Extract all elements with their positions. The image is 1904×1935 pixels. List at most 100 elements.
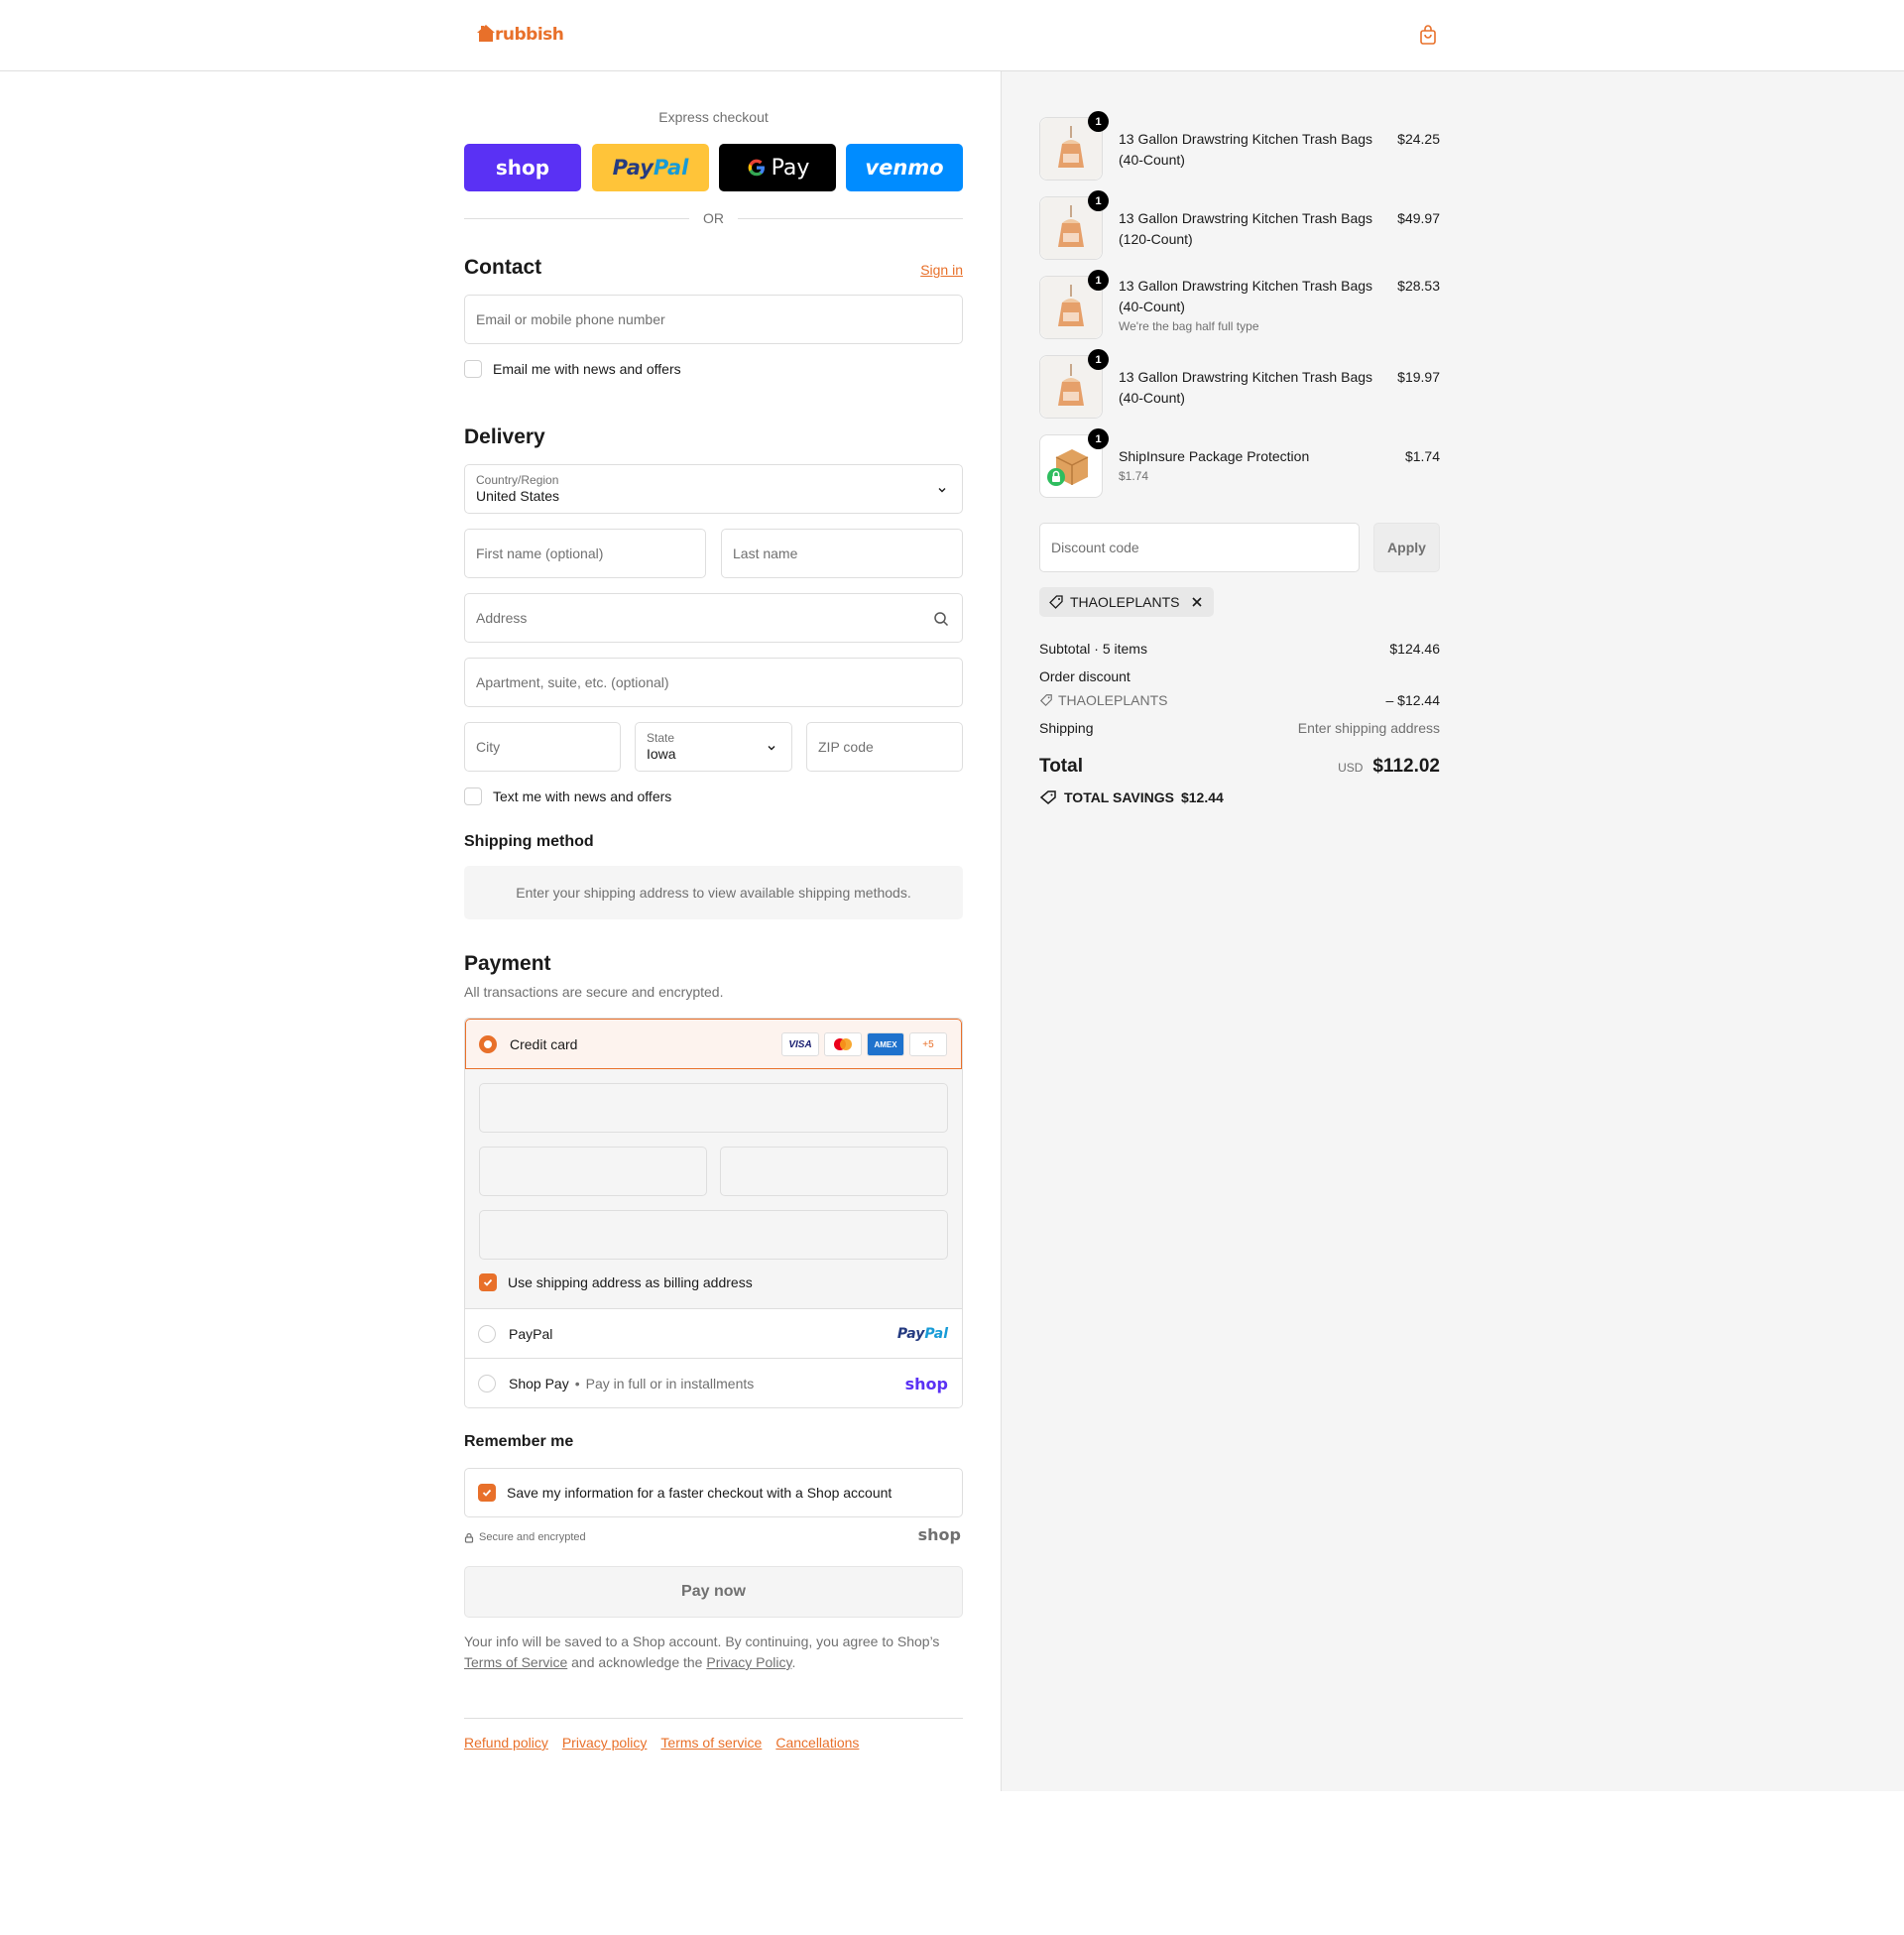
checkbox[interactable]: [464, 360, 482, 378]
paypal-button[interactable]: Pay Pal: [592, 144, 709, 191]
shopping-bag-icon[interactable]: [1417, 24, 1439, 46]
legal-end: .: [791, 1654, 796, 1670]
address-field[interactable]: Address: [464, 593, 963, 643]
close-icon[interactable]: [1190, 595, 1204, 609]
quantity-badge: 1: [1088, 428, 1109, 449]
item-title: 13 Gallon Drawstring Kitchen Trash Bags …: [1119, 278, 1373, 314]
item-name: ShipInsure Package Protection $1.74: [1119, 446, 1376, 484]
pay-now-button[interactable]: Pay now: [464, 1566, 963, 1618]
terms-of-service-link[interactable]: Terms of Service: [464, 1654, 567, 1670]
credit-card-label: Credit card: [510, 1035, 578, 1052]
paypal-logo-part: Pal: [924, 1325, 948, 1342]
shop-logo: shop: [917, 1525, 961, 1544]
shipping-method-text: Enter your shipping address to view avai…: [516, 885, 911, 901]
pay-now-label: Pay now: [681, 1583, 746, 1600]
cancellations-link[interactable]: Cancellations: [775, 1735, 859, 1751]
state-label: State: [647, 731, 675, 745]
order-discount-row: Order discount: [1039, 668, 1440, 684]
item-price: $19.97: [1397, 369, 1440, 385]
state-value: Iowa: [647, 746, 676, 762]
or-text: OR: [703, 210, 724, 226]
address-placeholder: Address: [476, 610, 528, 626]
billing-address-checkbox[interactable]: Use shipping address as billing address: [479, 1273, 753, 1291]
sign-in-link[interactable]: Sign in: [920, 262, 963, 278]
credit-card-form: Use shipping address as billing address: [465, 1069, 962, 1309]
email-field[interactable]: Email or mobile phone number: [464, 295, 963, 344]
discount-code-field[interactable]: Discount code: [1039, 523, 1360, 572]
remember-me-label: Save my information for a faster checkou…: [507, 1485, 892, 1501]
mastercard-icon: [824, 1032, 862, 1056]
google-pay-label: Pay: [771, 155, 810, 181]
country-select[interactable]: Country/Region United States: [464, 464, 963, 514]
shipping-label: Shipping: [1039, 720, 1094, 736]
order-discount-label: Order discount: [1039, 668, 1130, 684]
item-price: $24.25: [1397, 131, 1440, 147]
savings-value: $12.44: [1180, 789, 1224, 805]
contact-title: Contact: [464, 256, 542, 279]
first-name-field[interactable]: First name (optional): [464, 529, 706, 578]
or-divider: OR: [464, 210, 963, 226]
shop-logo: shop: [904, 1374, 948, 1393]
city-field[interactable]: City: [464, 722, 621, 772]
total-label: Total: [1039, 756, 1083, 777]
checkbox-checked[interactable]: [478, 1484, 496, 1502]
radio-selected[interactable]: [479, 1034, 497, 1053]
terms-of-service-footer-link[interactable]: Terms of service: [660, 1735, 762, 1751]
subtotal-value: $124.46: [1389, 641, 1440, 657]
tag-icon: [1049, 595, 1063, 609]
card-expiry-field[interactable]: [479, 1147, 707, 1196]
paypal-option[interactable]: PayPal PayPal: [465, 1309, 962, 1359]
refund-policy-link[interactable]: Refund policy: [464, 1735, 548, 1751]
brand-logo[interactable]: rubbish: [475, 22, 564, 44]
subtotal-label: Subtotal · 5 items: [1039, 641, 1147, 657]
discount-value: – $12.44: [1385, 692, 1441, 708]
product-thumbnail: 1: [1039, 111, 1109, 181]
more-cards-badge: +5: [909, 1032, 947, 1056]
total-value: $112.02: [1372, 756, 1440, 777]
item-price: $49.97: [1397, 210, 1440, 226]
item-price: $1.74: [1404, 448, 1440, 464]
delivery-title: Delivery: [464, 425, 545, 448]
card-cvv-field[interactable]: [720, 1147, 948, 1196]
check-icon: [482, 1489, 492, 1497]
radio[interactable]: [478, 1324, 496, 1343]
paypal-logo-part: Pal: [653, 156, 689, 180]
item-price: $28.53: [1397, 278, 1440, 294]
apply-discount-button[interactable]: Apply: [1373, 523, 1440, 572]
checkbox-checked[interactable]: [479, 1273, 497, 1291]
credit-card-option[interactable]: Credit card VISA AMEX +5: [465, 1019, 962, 1069]
apply-label: Apply: [1387, 540, 1426, 555]
text-news-checkbox[interactable]: Text me with news and offers: [464, 787, 671, 805]
shop-pay-option[interactable]: Shop Pay • Pay in full or in installment…: [465, 1359, 962, 1407]
state-select[interactable]: State Iowa: [635, 722, 792, 772]
chevron-down-icon: [938, 488, 946, 493]
subtotal-row: Subtotal · 5 items $124.46: [1039, 641, 1440, 657]
quantity-badge: 1: [1088, 349, 1109, 370]
card-number-field[interactable]: [479, 1083, 948, 1133]
item-unit-price: $1.74: [1119, 469, 1149, 483]
shipping-value: Enter shipping address: [1297, 720, 1440, 736]
shop-pay-button[interactable]: shop: [464, 144, 581, 191]
zip-field[interactable]: ZIP code: [806, 722, 963, 772]
last-name-field[interactable]: Last name: [721, 529, 963, 578]
check-icon: [483, 1278, 493, 1286]
checkbox[interactable]: [464, 787, 482, 805]
privacy-policy-link[interactable]: Privacy Policy: [706, 1654, 791, 1670]
email-news-checkbox[interactable]: Email me with news and offers: [464, 360, 681, 378]
footer-links: Refund policy Privacy policy Terms of se…: [464, 1735, 859, 1751]
venmo-button[interactable]: venmo: [846, 144, 963, 191]
google-pay-button[interactable]: Pay: [719, 144, 836, 191]
shipping-method-title: Shipping method: [464, 833, 594, 850]
savings-label: TOTAL SAVINGS: [1064, 789, 1174, 805]
legal-text: Your info will be saved to a Shop accoun…: [464, 1632, 963, 1673]
radio[interactable]: [478, 1375, 496, 1392]
chevron-down-icon: [768, 746, 775, 751]
footer-divider: [464, 1718, 963, 1719]
privacy-policy-footer-link[interactable]: Privacy policy: [562, 1735, 648, 1751]
express-checkout-title: Express checkout: [658, 109, 769, 125]
card-name-field[interactable]: [479, 1210, 948, 1260]
secure-note: Secure and encrypted: [464, 1531, 586, 1543]
apartment-field[interactable]: Apartment, suite, etc. (optional): [464, 658, 963, 707]
remember-me-option[interactable]: Save my information for a faster checkou…: [464, 1468, 963, 1517]
text-news-label: Text me with news and offers: [493, 788, 672, 804]
